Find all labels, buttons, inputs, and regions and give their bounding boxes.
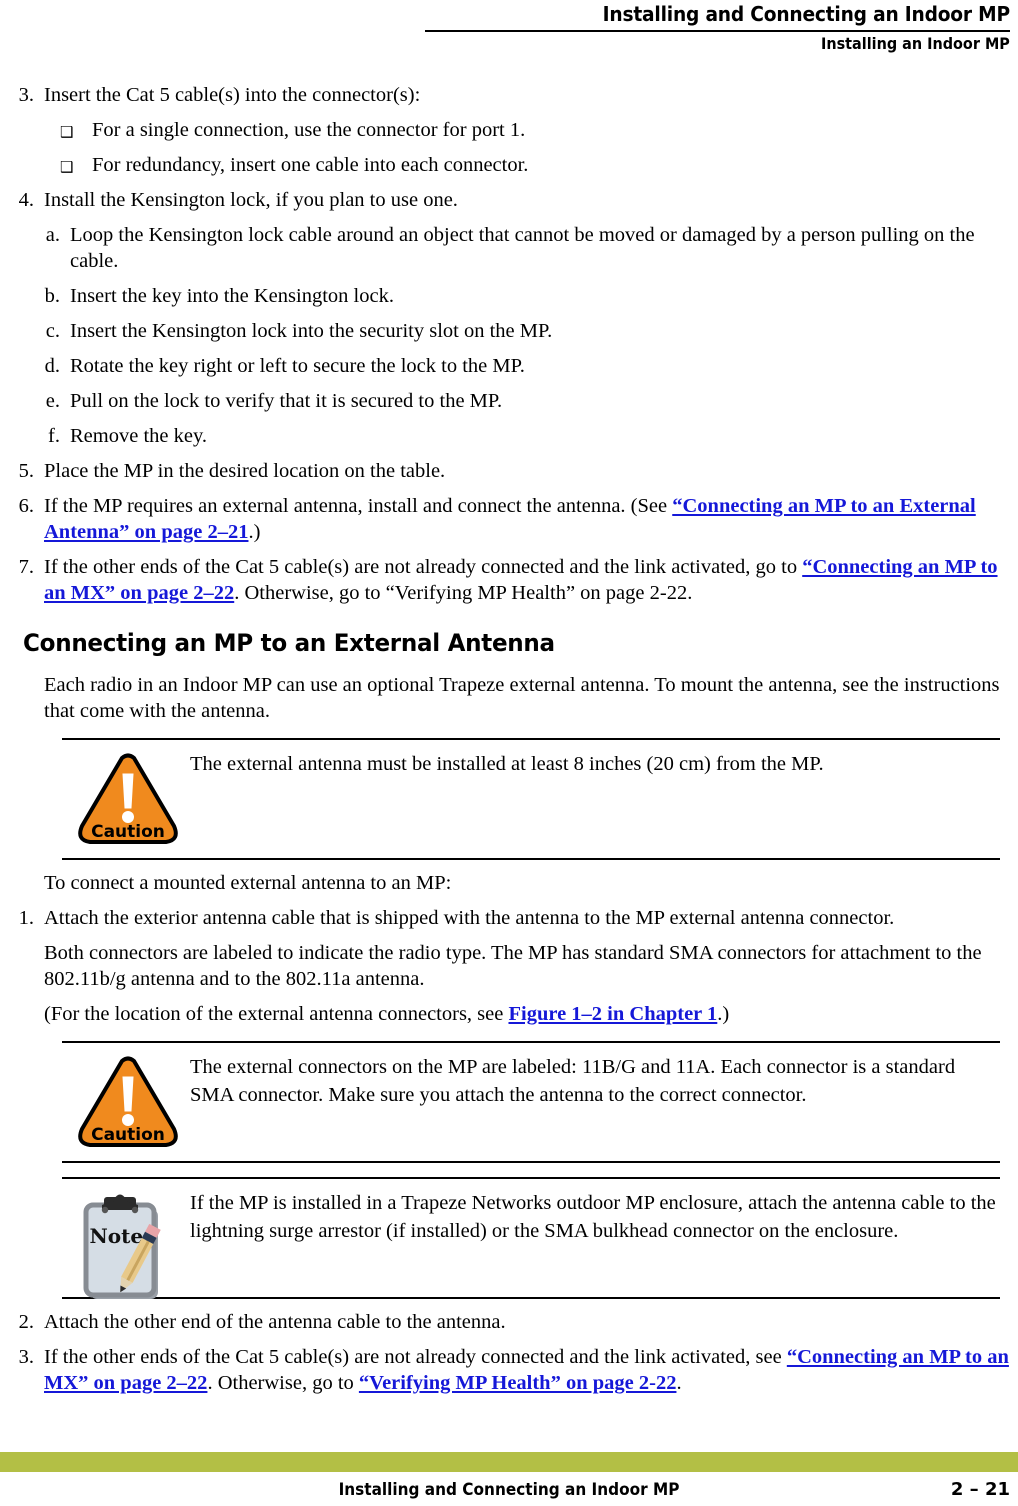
list-text: For a single connection, use the connect… [92,119,526,141]
list-sub-paragraph: Both connectors are labeled to indicate … [44,942,982,990]
list-text: Rotate the key right or left to secure t… [70,355,525,377]
list-marker: 7. [18,556,34,578]
list-item: ❑ For redundancy, insert one cable into … [0,152,1018,178]
list-sub-paragraph: (For the location of the external antenn… [0,1001,1018,1027]
note-text: If the MP is installed in a Trapeze Netw… [190,1192,996,1242]
list-text: Attach the exterior antenna cable that i… [44,907,895,929]
list-item: 5. Place the MP in the desired location … [0,458,1018,484]
list-text: Insert the Kensington lock into the secu… [70,320,553,342]
figure-reference-link[interactable]: Figure 1–2 in Chapter 1 [508,1003,717,1025]
lead-in-paragraph: To connect a mounted external antenna to… [44,872,452,894]
sub-paragraph-post: .) [717,1003,730,1025]
list-item: 3. If the other ends of the Cat 5 cable(… [0,1344,1018,1396]
note-icon-cell: Note: [76,1191,186,1299]
list-text: If the other ends of the Cat 5 cable(s) … [44,556,803,578]
page-header: Installing and Connecting an Indoor MP I… [0,0,1018,70]
list-item: c. Insert the Kensington lock into the s… [0,318,1018,344]
page-content: 3. Insert the Cat 5 cable(s) into the co… [0,82,1018,1405]
list-text: Install the Kensington lock, if you plan… [44,189,458,211]
caution-icon: Caution [76,1055,180,1149]
list-text: Remove the key. [70,425,208,447]
sub-paragraph-pre: (For the location of the external antenn… [44,1003,509,1025]
list-marker: f. [48,425,60,447]
list-text-tail: .) [248,521,261,543]
list-text: Place the MP in the desired location on … [44,460,446,482]
section-heading: Connecting an MP to an External Antenna [23,629,555,657]
caution-icon-cell: Caution [76,1055,186,1155]
square-bullet-icon: ❑ [60,158,74,176]
list-item: 6. If the MP requires an external antenn… [0,493,1018,545]
list-item: 3. Insert the Cat 5 cable(s) into the co… [0,82,1018,108]
list-item: f. Remove the key. [0,423,1018,449]
footer-accent-bar [0,1452,1018,1472]
note-clipboard-icon: Note: [76,1191,180,1303]
list-marker: e. [45,390,60,412]
caution-icon-cell: Caution [76,752,186,852]
list-item: 1. Attach the exterior antenna cable tha… [0,905,1018,931]
list-text-mid: . Otherwise, go to [207,1372,359,1394]
list-item: 2. Attach the other end of the antenna c… [0,1309,1018,1335]
header-subtitle: Installing an Indoor MP [821,34,1010,53]
list-text: Loop the Kensington lock cable around an… [70,224,975,272]
list-item: b. Insert the key into the Kensington lo… [0,283,1018,309]
caution-text: The external antenna must be installed a… [190,753,824,775]
list-marker: 4. [18,189,34,211]
caution-box: Caution The external antenna must be ins… [62,738,1000,860]
list-item: ❑ For a single connection, use the conne… [0,117,1018,143]
list-text-tail: . Otherwise, go to “Verifying MP Health”… [234,582,693,604]
list-marker: d. [44,355,60,377]
list-text: Insert the key into the Kensington lock. [70,285,394,307]
footer-page-number: 2 – 21 [950,1479,1010,1500]
list-text-tail: . [676,1372,682,1394]
list-marker: a. [45,224,60,246]
list-text: Attach the other end of the antenna cabl… [44,1311,506,1333]
footer-label: Installing and Connecting an Indoor MP [338,1480,680,1500]
list-marker: 3. [18,84,34,106]
list-marker: 6. [18,495,34,517]
note-box: Note: If the MP is installed in a Trapez… [62,1177,1000,1299]
header-divider [425,30,1010,32]
list-item: 4. Install the Kensington lock, if you p… [0,187,1018,213]
list-marker: c. [45,320,60,342]
caution-text: The external connectors on the MP are la… [190,1056,956,1106]
caution-box: Caution The external connectors on the M… [62,1041,1000,1163]
list-marker: b. [44,285,60,307]
svg-text:Caution: Caution [91,1125,165,1145]
list-marker: 2. [18,1311,34,1333]
list-text: Insert the Cat 5 cable(s) into the conne… [44,84,421,106]
list-marker: 1. [18,907,34,929]
square-bullet-icon: ❑ [60,123,74,141]
svg-text:Caution: Caution [91,822,165,842]
list-marker: 5. [18,460,34,482]
list-text: Pull on the lock to verify that it is se… [70,390,503,412]
list-item: d. Rotate the key right or left to secur… [0,353,1018,379]
page-footer: Installing and Connecting an Indoor MP 2… [0,1410,1018,1506]
header-title: Installing and Connecting an Indoor MP [602,2,1010,26]
list-item: e. Pull on the lock to verify that it is… [0,388,1018,414]
list-item: 7. If the other ends of the Cat 5 cable(… [0,554,1018,606]
cross-reference-link-2[interactable]: “Verifying MP Health” on page 2-22 [359,1372,677,1394]
caution-icon: Caution [76,752,180,846]
list-marker: 3. [18,1346,34,1368]
list-text: If the MP requires an external antenna, … [44,495,673,517]
section-intro-paragraph: Each radio in an Indoor MP can use an op… [44,674,1000,722]
list-text: If the other ends of the Cat 5 cable(s) … [44,1346,787,1368]
list-item: a. Loop the Kensington lock cable around… [0,222,1018,274]
list-text: For redundancy, insert one cable into ea… [92,154,529,176]
